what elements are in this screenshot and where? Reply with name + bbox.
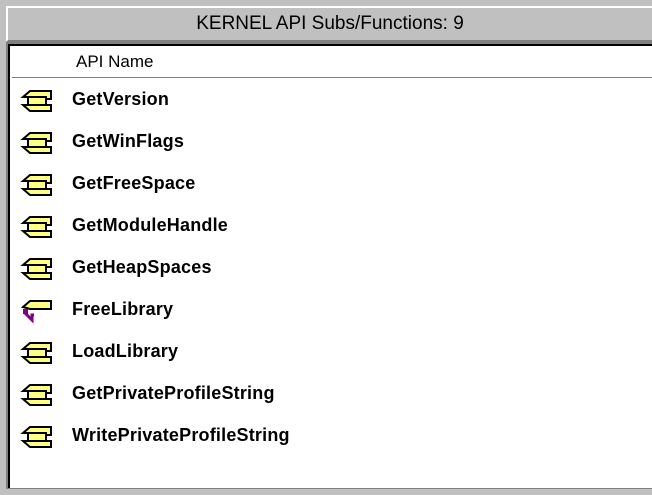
window-bottom-edge bbox=[6, 488, 652, 495]
list-item-label: WritePrivateProfileString bbox=[72, 424, 290, 445]
list-item-label: GetFreeSpace bbox=[72, 172, 196, 193]
function-icon bbox=[20, 216, 52, 238]
api-list-window: KERNEL API Subs/Functions: 9 API Name Ge… bbox=[0, 0, 652, 495]
list-item-label: GetWinFlags bbox=[72, 130, 185, 151]
function-icon bbox=[20, 174, 52, 196]
list-item[interactable]: GetFreeSpace bbox=[12, 162, 652, 204]
api-listbox[interactable]: API Name GetVersion GetWinFlags GetFreeS… bbox=[6, 42, 652, 495]
sub-icon bbox=[20, 300, 52, 324]
column-header-api-name[interactable]: API Name bbox=[12, 48, 652, 78]
function-icon bbox=[20, 90, 52, 112]
window-title: KERNEL API Subs/Functions: 9 bbox=[6, 6, 652, 42]
list-item[interactable]: FreeLibrary bbox=[12, 288, 652, 330]
list-item[interactable]: GetWinFlags bbox=[12, 120, 652, 162]
list-item-label: GetModuleHandle bbox=[72, 214, 229, 235]
function-icon bbox=[20, 258, 52, 280]
list-item[interactable]: LoadLibrary bbox=[12, 330, 652, 372]
list-item[interactable]: WritePrivateProfileString bbox=[12, 414, 652, 456]
function-icon bbox=[20, 342, 52, 364]
list-item[interactable]: GetVersion bbox=[12, 78, 652, 120]
function-icon bbox=[20, 384, 52, 406]
function-icon bbox=[20, 132, 52, 154]
api-rows: GetVersion GetWinFlags GetFreeSpace GetM… bbox=[12, 78, 652, 456]
list-item-label: GetHeapSpaces bbox=[72, 256, 212, 277]
list-item-label: FreeLibrary bbox=[72, 298, 174, 319]
list-item[interactable]: GetModuleHandle bbox=[12, 204, 652, 246]
list-item-label: LoadLibrary bbox=[72, 340, 179, 361]
list-item[interactable]: GetPrivateProfileString bbox=[12, 372, 652, 414]
list-item-label: GetPrivateProfileString bbox=[72, 382, 275, 403]
function-icon bbox=[20, 426, 52, 448]
list-item-label: GetVersion bbox=[72, 88, 170, 109]
list-item[interactable]: GetHeapSpaces bbox=[12, 246, 652, 288]
